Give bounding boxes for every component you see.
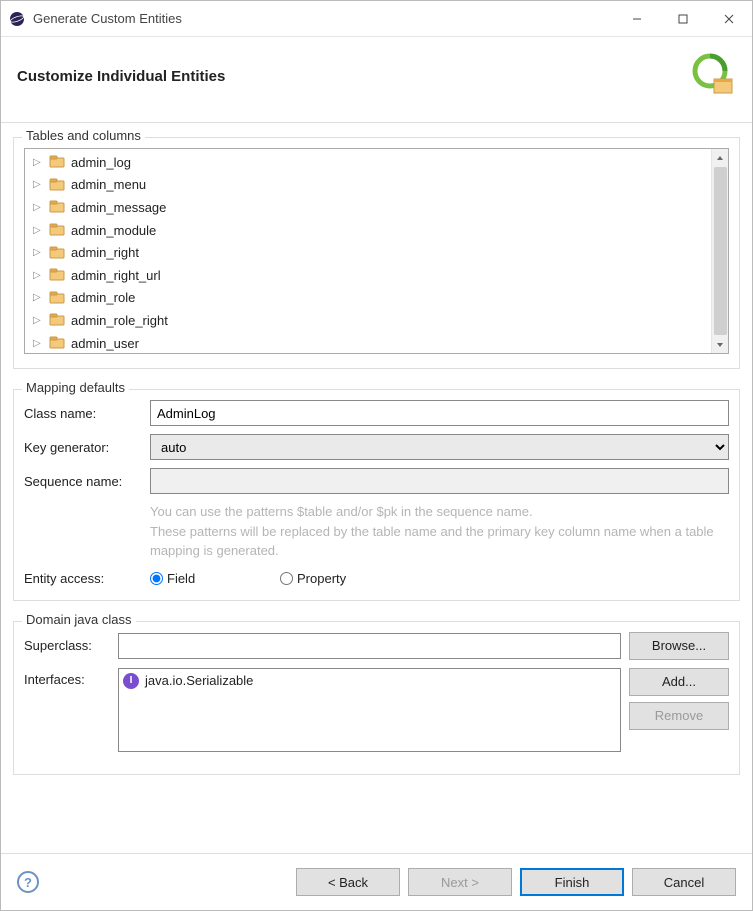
expand-icon[interactable]: ▷ [33, 225, 45, 236]
table-icon [49, 155, 67, 169]
expand-icon[interactable]: ▷ [33, 315, 45, 326]
tree-label: admin_menu [71, 177, 146, 192]
tree-container: ▷ admin_log ▷ admin_menu ▷ admin_message [24, 148, 729, 354]
browse-button[interactable]: Browse... [629, 632, 729, 660]
tables-legend: Tables and columns [22, 128, 145, 143]
interface-icon: I [123, 673, 139, 689]
interface-item[interactable]: I java.io.Serializable [123, 673, 616, 689]
help-icon[interactable]: ? [17, 871, 39, 893]
expand-icon[interactable]: ▷ [33, 247, 45, 258]
expand-icon[interactable]: ▷ [33, 157, 45, 168]
table-icon [49, 178, 67, 192]
tree-item[interactable]: ▷ admin_log [29, 151, 711, 174]
tree-item[interactable]: ▷ admin_user [29, 332, 711, 353]
mapping-legend: Mapping defaults [22, 380, 129, 395]
next-button: Next > [408, 868, 512, 896]
button-bar: ? < Back Next > Finish Cancel [1, 853, 752, 910]
remove-button: Remove [629, 702, 729, 730]
expand-icon[interactable]: ▷ [33, 338, 45, 349]
tree-label: admin_user [71, 336, 139, 351]
access-property-label: Property [297, 571, 346, 586]
scroll-thumb[interactable] [714, 167, 727, 335]
seqname-hint2: These patterns will be replaced by the t… [150, 522, 729, 561]
tree-item[interactable]: ▷ admin_module [29, 219, 711, 242]
seqname-label: Sequence name: [24, 474, 142, 489]
domain-group: Domain java class Superclass: Browse... … [13, 621, 740, 775]
keygen-select[interactable]: auto [150, 434, 729, 460]
mapping-group: Mapping defaults Class name: Key generat… [13, 389, 740, 601]
seqname-input [150, 468, 729, 494]
tree-scrollbar[interactable] [711, 149, 728, 353]
seqname-hint1: You can use the patterns $table and/or $… [150, 502, 729, 522]
banner-heading: Customize Individual Entities [17, 68, 225, 85]
tree-label: admin_log [71, 155, 131, 170]
access-label: Entity access: [24, 571, 142, 586]
tree-item[interactable]: ▷ admin_right_url [29, 264, 711, 287]
tree-label: admin_module [71, 223, 156, 238]
cancel-button[interactable]: Cancel [632, 868, 736, 896]
expand-icon[interactable]: ▷ [33, 292, 45, 303]
table-icon [49, 313, 67, 327]
classname-input[interactable] [150, 400, 729, 426]
expand-icon[interactable]: ▷ [33, 202, 45, 213]
scroll-down-icon[interactable] [712, 336, 728, 353]
interfaces-label: Interfaces: [24, 668, 110, 687]
tree-item[interactable]: ▷ admin_menu [29, 174, 711, 197]
classname-label: Class name: [24, 406, 142, 421]
access-property-radio[interactable]: Property [280, 571, 398, 586]
tree[interactable]: ▷ admin_log ▷ admin_menu ▷ admin_message [25, 149, 711, 353]
tree-item[interactable]: ▷ admin_role [29, 287, 711, 310]
back-button[interactable]: < Back [296, 868, 400, 896]
add-button[interactable]: Add... [629, 668, 729, 696]
access-property-input[interactable] [280, 572, 293, 585]
table-icon [49, 246, 67, 260]
maximize-button[interactable] [660, 1, 706, 37]
titlebar: Generate Custom Entities [1, 1, 752, 37]
tables-group: Tables and columns ▷ admin_log ▷ admin_m… [13, 137, 740, 369]
table-icon [49, 223, 67, 237]
superclass-label: Superclass: [24, 638, 110, 653]
close-button[interactable] [706, 1, 752, 37]
minimize-button[interactable] [614, 1, 660, 37]
tree-item[interactable]: ▷ admin_message [29, 196, 711, 219]
table-icon [49, 268, 67, 282]
keygen-label: Key generator: [24, 440, 142, 455]
tree-label: admin_role [71, 290, 135, 305]
access-field-input[interactable] [150, 572, 163, 585]
tree-label: admin_right [71, 245, 139, 260]
finish-button[interactable]: Finish [520, 868, 624, 896]
domain-legend: Domain java class [22, 612, 136, 627]
expand-icon[interactable]: ▷ [33, 179, 45, 190]
tree-item[interactable]: ▷ admin_right [29, 241, 711, 264]
scroll-up-icon[interactable] [712, 149, 728, 166]
access-field-radio[interactable]: Field [150, 571, 268, 586]
interface-name: java.io.Serializable [145, 673, 253, 688]
table-icon [49, 200, 67, 214]
eclipse-icon [9, 11, 25, 27]
wizard-banner: Customize Individual Entities [1, 37, 752, 123]
access-field-label: Field [167, 571, 195, 586]
tree-label: admin_message [71, 200, 166, 215]
superclass-input[interactable] [118, 633, 621, 659]
table-icon [49, 291, 67, 305]
tree-label: admin_right_url [71, 268, 161, 283]
expand-icon[interactable]: ▷ [33, 270, 45, 281]
banner-icon [688, 51, 736, 102]
window-title: Generate Custom Entities [33, 11, 182, 26]
interfaces-list[interactable]: I java.io.Serializable [118, 668, 621, 752]
table-icon [49, 336, 67, 350]
tree-label: admin_role_right [71, 313, 168, 328]
tree-item[interactable]: ▷ admin_role_right [29, 309, 711, 332]
